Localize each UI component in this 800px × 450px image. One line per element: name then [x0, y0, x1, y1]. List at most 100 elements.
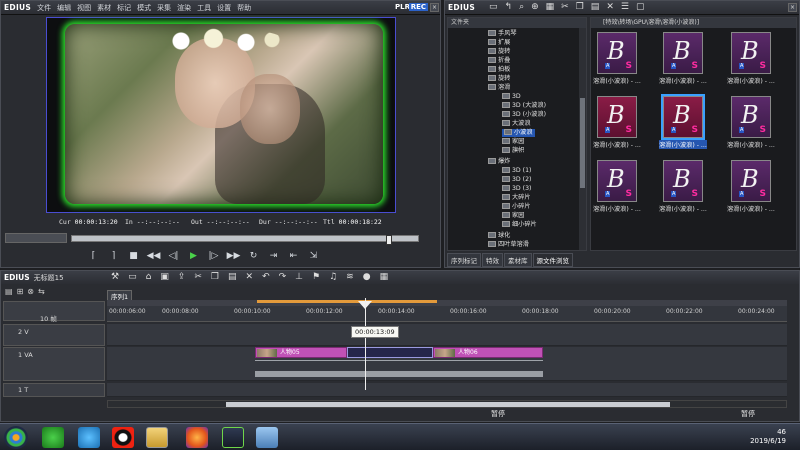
cut-icon[interactable]: ✂	[194, 272, 202, 282]
menu-marker[interactable]: 标记	[117, 3, 131, 13]
delete-icon[interactable]: ✕	[606, 2, 614, 12]
stop-icon[interactable]: ■	[125, 249, 142, 263]
render-icon[interactable]: ▦	[380, 272, 389, 282]
menu-help[interactable]: 帮助	[237, 3, 251, 13]
tree-node[interactable]: 旗帜	[502, 147, 524, 155]
menu-render[interactable]: 渲染	[177, 3, 191, 13]
up-folder-icon[interactable]: ↰	[505, 2, 513, 12]
set-in-icon[interactable]: ⌈	[85, 249, 102, 263]
effect-thumbnail[interactable]: BSA	[731, 160, 771, 202]
effect-thumbnail[interactable]: BSA	[731, 96, 771, 138]
play-icon[interactable]: ▶	[185, 249, 202, 263]
new-sequence-icon[interactable]: ▭	[128, 272, 137, 282]
mode-icon[interactable]: ⚒	[111, 272, 119, 282]
tab-sequence-markers[interactable]: 序列标记	[447, 253, 481, 267]
tree-node[interactable]: 拍板	[488, 66, 510, 74]
mixer-icon[interactable]: ≋	[346, 272, 354, 282]
tree-node[interactable]: 3D (1)	[502, 167, 531, 175]
qq-icon[interactable]	[112, 427, 134, 448]
tree-node[interactable]: 3D (小波浪)	[502, 111, 546, 119]
position-thumb[interactable]	[386, 235, 392, 245]
tree-node[interactable]: 大波浪	[502, 120, 531, 128]
tab-source-browser[interactable]: 源文件浏览	[532, 253, 573, 267]
loop-icon[interactable]: ↻	[245, 249, 262, 263]
tree-node[interactable]: 球化	[488, 232, 510, 240]
position-track[interactable]	[71, 235, 419, 245]
paste-icon[interactable]: ▤	[228, 272, 237, 282]
properties-icon[interactable]: ☰	[621, 2, 629, 12]
tree-scroll-thumb[interactable]	[580, 98, 585, 188]
zoom-level[interactable]: 10 帧	[40, 313, 57, 323]
track-icon[interactable]: ▤	[5, 287, 13, 296]
effect-thumbnail[interactable]: BSA	[597, 160, 637, 202]
open-icon[interactable]: ⌂	[146, 272, 152, 282]
menu-settings[interactable]: 设置	[217, 3, 231, 13]
undo-icon[interactable]: ↶	[262, 272, 270, 282]
rec-toggle[interactable]: REC	[408, 3, 428, 11]
folder-icon[interactable]: ▭	[489, 2, 498, 12]
view-icon[interactable]: ▦	[546, 2, 555, 12]
tree-node[interactable]: 小碎片	[502, 203, 531, 211]
tree-node[interactable]: 3D (2)	[502, 176, 531, 184]
save-icon[interactable]: ▣	[160, 272, 169, 282]
effect-thumbnail-selected[interactable]: BSA	[661, 94, 705, 140]
timeline-scrollbar[interactable]	[107, 400, 787, 408]
ripple-icon[interactable]: ⇆	[38, 287, 45, 296]
menu-tools[interactable]: 工具	[197, 3, 211, 13]
link-icon[interactable]: ⊗	[27, 287, 34, 296]
player-scrubber[interactable]	[5, 233, 435, 245]
tree-node[interactable]: 3D (大波浪)	[502, 102, 546, 110]
copy-icon[interactable]: ❐	[576, 2, 584, 12]
rewind-icon[interactable]: ◀◀	[145, 249, 162, 263]
transition-selection[interactable]	[347, 347, 433, 358]
menu-edit[interactable]: 编辑	[57, 3, 71, 13]
edius-icon[interactable]	[222, 427, 244, 448]
step-back-icon[interactable]: ◁|	[165, 249, 182, 263]
effect-thumbnail[interactable]: BSA	[731, 32, 771, 74]
effect-thumbnail[interactable]: BSA	[597, 96, 637, 138]
tree-node[interactable]: 溶滑	[488, 84, 510, 92]
clip-person06[interactable]: 人物06	[433, 347, 543, 358]
export-icon[interactable]: ⇪	[178, 272, 186, 282]
browser-icon[interactable]	[78, 427, 100, 448]
timeline-scroll-thumb[interactable]	[226, 402, 670, 407]
effect-thumbnail[interactable]: BSA	[663, 32, 703, 74]
copy-icon[interactable]: ❐	[211, 272, 219, 282]
tree-node[interactable]: 爆炸	[488, 158, 510, 166]
tree-node[interactable]: 家园	[502, 212, 524, 220]
lock-icon[interactable]: ▢	[636, 2, 645, 12]
tree-node[interactable]: 3D	[502, 93, 521, 101]
app-icon[interactable]	[256, 427, 278, 448]
bin-close-icon[interactable]: ×	[788, 3, 797, 12]
export-icon[interactable]: ⇲	[305, 249, 322, 263]
effect-thumbnail[interactable]: BSA	[597, 32, 637, 74]
effect-thumbnail[interactable]: BSA	[663, 160, 703, 202]
tree-node-selected[interactable]: 小波浪	[502, 129, 535, 137]
tree-node[interactable]: 手风琴	[488, 30, 517, 38]
snap-icon[interactable]: ⊞	[17, 287, 24, 296]
tree-node[interactable]: 旋转	[488, 48, 510, 56]
firefox-icon[interactable]	[186, 427, 208, 448]
add-icon[interactable]: ⊕	[531, 2, 539, 12]
tree-node[interactable]: 折叠	[488, 57, 510, 65]
tree-node[interactable]: 家园	[502, 138, 524, 146]
tree-node[interactable]: 四叶草溶滑	[488, 241, 529, 249]
track-header-1va[interactable]: 1 VA	[3, 347, 105, 381]
track-header-1t[interactable]: 1 T	[3, 383, 105, 397]
tree-node[interactable]: 旋转	[488, 75, 510, 83]
track-header-2v[interactable]: 2 V	[3, 324, 105, 346]
record-icon[interactable]: ●	[363, 272, 371, 282]
menu-mode[interactable]: 模式	[137, 3, 151, 13]
file-explorer-icon[interactable]	[146, 427, 168, 448]
menu-capture[interactable]: 采集	[157, 3, 171, 13]
search-icon[interactable]: ⌕	[519, 2, 524, 12]
tree-node[interactable]: 细小碎片	[502, 221, 537, 229]
menu-clip[interactable]: 素材	[97, 3, 111, 13]
marker-icon[interactable]: ⚑	[312, 272, 320, 282]
cut-icon[interactable]: ✂	[561, 2, 569, 12]
split-icon[interactable]: ⊥	[295, 272, 303, 282]
app-360-icon[interactable]	[42, 427, 64, 448]
menu-file[interactable]: 文件	[37, 3, 51, 13]
overwrite-icon[interactable]: ⇤	[285, 249, 302, 263]
menu-view[interactable]: 视图	[77, 3, 91, 13]
